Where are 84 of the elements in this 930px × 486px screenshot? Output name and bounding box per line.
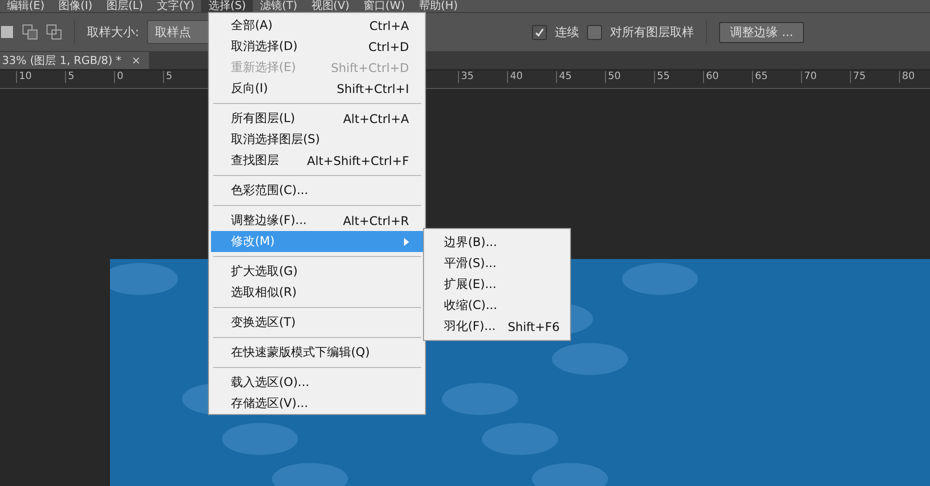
menu-item[interactable]: 查找图层 Alt+Shift+Ctrl+F xyxy=(211,150,423,171)
ruler-label: 65 xyxy=(752,71,801,83)
menu-bar-item[interactable]: 帮助(H) xyxy=(412,0,465,12)
menu-item[interactable]: 羽化(F)... Shift+F6 xyxy=(426,316,568,337)
menu-item-shortcut: Ctrl+A xyxy=(369,18,409,32)
menu-bar-item[interactable]: 滤镜(T) xyxy=(252,0,304,12)
menu-item-label: 扩展(E)... xyxy=(444,276,496,293)
menu-bar-item[interactable]: 窗口(W) xyxy=(356,0,412,12)
menu-item-label: 色彩范围(C)... xyxy=(231,182,308,199)
sample-size-label: 取样大小: xyxy=(87,24,140,40)
menu-item[interactable]: 取消选择(D) Ctrl+D xyxy=(211,36,423,57)
ruler-label: 35 xyxy=(458,71,507,83)
menu-item-label: 反向(I) xyxy=(231,80,268,97)
menu-item[interactable]: 平滑(S)... xyxy=(426,253,568,274)
menu-item-shortcut: Alt+Ctrl+R xyxy=(342,214,409,228)
menu-item[interactable]: 载入选区(O)... xyxy=(211,372,423,393)
menu-item-label: 存储选区(V)... xyxy=(231,395,308,412)
menu-item[interactable]: 调整边缘(F)... Alt+Ctrl+R xyxy=(211,210,423,231)
ruler-label: 80 xyxy=(899,71,930,83)
menu-item-shortcut: Shift+Ctrl+I xyxy=(336,82,409,96)
menu-item-label: 取消选择图层(S) xyxy=(231,131,320,148)
menu-item[interactable]: 反向(I) Shift+Ctrl+I xyxy=(211,78,423,99)
menu-item[interactable]: 选取相似(R) xyxy=(211,282,423,303)
document-title: 33% (图层 1, RGB/8) * xyxy=(2,53,122,68)
refine-edge-button[interactable]: 调整边缘 ... xyxy=(719,22,804,42)
menu-item[interactable]: 取消选择图层(S) xyxy=(211,129,423,150)
ruler-label: 75 xyxy=(850,71,899,83)
menu-item-label: 取消选择(D) xyxy=(231,38,298,55)
menu-item[interactable]: 变换选区(T) xyxy=(211,312,423,333)
menu-bar-item[interactable]: 图层(L) xyxy=(99,0,150,12)
menu-bar-item[interactable]: 视图(V) xyxy=(304,0,356,12)
intersect-selection-icon[interactable] xyxy=(46,24,62,40)
menu-item[interactable]: 边界(B)... xyxy=(426,232,568,253)
menu-item-label: 羽化(F)... xyxy=(444,318,496,335)
menu-item-shortcut: Ctrl+D xyxy=(368,40,409,54)
menu-item[interactable]: 扩大选取(G) xyxy=(211,261,423,282)
menu-item-label: 平滑(S)... xyxy=(444,255,496,272)
selection-mode-icon[interactable] xyxy=(0,25,14,39)
menu-item-shortcut: Shift+F6 xyxy=(508,320,560,334)
ruler-label: 10 xyxy=(16,71,65,83)
contiguous-checkbox[interactable] xyxy=(532,24,548,40)
ruler-label: 40 xyxy=(507,71,556,83)
ruler-label: 70 xyxy=(801,71,850,83)
menu-item-label: 所有图层(L) xyxy=(231,110,296,127)
menu-item-label: 重新选择(E) xyxy=(231,59,296,76)
menu-item-label: 调整边缘(F)... xyxy=(231,212,307,229)
menu-item-label: 扩大选取(G) xyxy=(231,263,298,280)
checkmark-icon xyxy=(534,26,546,38)
menu-item[interactable]: 在快速蒙版模式下编辑(Q) xyxy=(211,342,423,363)
menu-item-label: 收缩(C)... xyxy=(444,297,498,314)
ruler-label: 60 xyxy=(703,71,752,83)
ruler-label: 50 xyxy=(605,71,654,83)
menu-item-shortcut: Alt+Ctrl+A xyxy=(343,112,409,126)
menu-item-label: 修改(M) xyxy=(231,233,275,250)
close-icon[interactable]: × xyxy=(131,54,141,67)
sample-all-layers-label: 对所有图层取样 xyxy=(610,24,694,40)
menu-bar-item[interactable]: 编辑(E) xyxy=(0,0,52,12)
menu-item[interactable]: 色彩范围(C)... xyxy=(211,180,423,201)
menu-bar-item[interactable]: 文字(Y) xyxy=(150,0,202,12)
menu-bar-item[interactable]: 选择(S) xyxy=(201,0,253,12)
menu-item[interactable]: 扩展(E)... xyxy=(426,274,568,295)
ruler-label: 55 xyxy=(654,71,703,83)
menu-item-label: 载入选区(O)... xyxy=(231,374,310,391)
document-tab[interactable]: 33% (图层 1, RGB/8) * × xyxy=(0,52,149,69)
menu-item-label: 变换选区(T) xyxy=(231,314,296,331)
menu-item-shortcut: Shift+Ctrl+D xyxy=(331,60,409,74)
menu-item[interactable]: 全部(A) Ctrl+A xyxy=(211,15,423,36)
submenu-arrow-icon xyxy=(404,238,409,246)
contiguous-label: 连续 xyxy=(555,24,580,40)
menu-item[interactable]: 所有图层(L) Alt+Ctrl+A xyxy=(211,108,423,129)
menu-item[interactable]: 收缩(C)... xyxy=(426,295,568,316)
menu-item-shortcut: Alt+Shift+Ctrl+F xyxy=(307,154,409,168)
menu-item-label: 边界(B)... xyxy=(444,234,498,251)
menu-item-label: 全部(A) xyxy=(231,17,273,34)
subtract-selection-icon[interactable] xyxy=(22,24,38,40)
menu-item-label: 查找图层 xyxy=(231,152,279,169)
ruler-label: 45 xyxy=(556,71,605,83)
menu-bar-item[interactable]: 图像(I) xyxy=(52,0,100,12)
ruler-label: 5 xyxy=(65,71,114,83)
ruler-label: 0 xyxy=(114,71,163,83)
menu-item-label: 在快速蒙版模式下编辑(Q) xyxy=(231,344,370,361)
sample-all-layers-checkbox[interactable] xyxy=(587,24,602,40)
menu-item-label: 选取相似(R) xyxy=(231,284,297,301)
menu-item[interactable]: 存储选区(V)... xyxy=(211,393,423,414)
